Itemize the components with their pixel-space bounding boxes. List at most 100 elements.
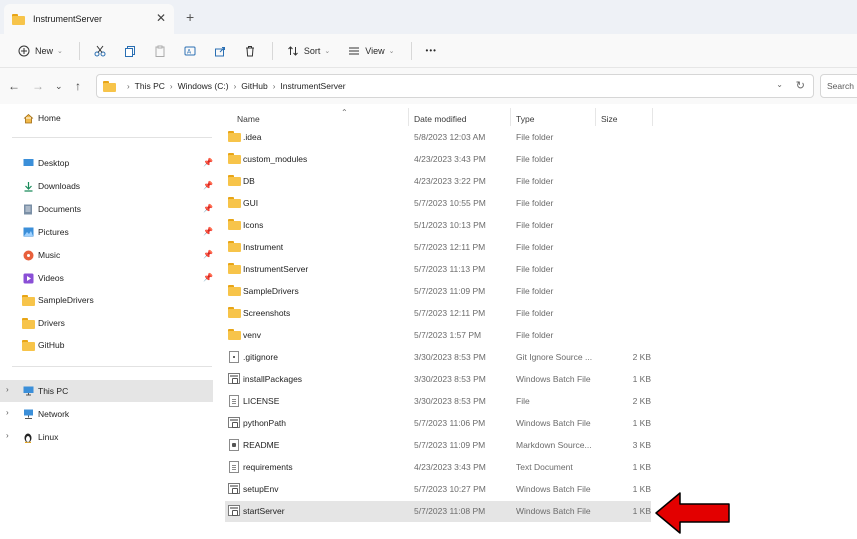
file-row[interactable]: setupEnv 5/7/2023 10:27 PM Windows Batch F… <box>225 479 651 500</box>
pin-icon[interactable]: 📌 <box>203 181 213 190</box>
file-row[interactable]: startServer 5/7/2023 11:08 PM Windows Batc… <box>225 501 651 522</box>
file-type: Markdown Source... <box>516 440 592 450</box>
sidebar-divider <box>12 137 212 138</box>
view-button[interactable]: View ⌄ <box>342 39 400 63</box>
sort-icon <box>288 45 298 56</box>
column-divider[interactable] <box>652 108 653 126</box>
more-options-button[interactable]: ••• <box>420 39 443 63</box>
search-input[interactable]: Search InstrumentServer <box>820 74 857 98</box>
file-type: File folder <box>516 220 554 230</box>
chevron-right-icon: › <box>127 81 130 91</box>
pin-icon[interactable]: 📌 <box>203 158 213 167</box>
sidebar-item-drivers[interactable]: Drivers <box>0 312 213 334</box>
sidebar-item-github[interactable]: GitHub <box>0 334 213 356</box>
file-row[interactable]: Screenshots 5/7/2023 12:11 PM File folder <box>225 303 651 324</box>
file-row[interactable]: Icons 5/1/2023 10:13 PM File folder <box>225 215 651 236</box>
file-size: 3 KB <box>632 440 651 450</box>
breadcrumb-windows-c[interactable]: Windows (C:) <box>178 81 229 91</box>
chevron-right-icon[interactable]: › <box>6 431 9 440</box>
address-bar[interactable]: › This PC › Windows (C:) › GitHub › Inst… <box>96 74 814 98</box>
sidebar-item-network[interactable]: › Network <box>0 403 213 425</box>
file-row[interactable]: installPackages 3/30/2023 8:53 PM Windows … <box>225 369 651 390</box>
file-row[interactable]: pythonPath 5/7/2023 11:06 PM Windows Batch… <box>225 413 651 434</box>
home-icon <box>22 112 34 124</box>
chevron-right-icon[interactable]: › <box>6 408 9 417</box>
file-size: 1 KB <box>632 506 651 516</box>
sort-button[interactable]: Sort ⌄ <box>281 39 336 63</box>
forward-arrow-icon[interactable]: → <box>32 79 44 93</box>
rename-button[interactable]: A <box>178 39 202 63</box>
sidebar-item-downloads[interactable]: Downloads 📌 <box>0 175 213 197</box>
pin-icon[interactable]: 📌 <box>203 204 213 213</box>
folder-icon <box>103 80 116 92</box>
sidebar-item-home[interactable]: Home <box>0 107 213 129</box>
file-row[interactable]: custom_modules 4/23/2023 3:43 PM File fold… <box>225 149 651 170</box>
up-arrow-icon[interactable]: ↑ <box>75 79 81 93</box>
file-row[interactable]: venv 5/7/2023 1:57 PM File folder <box>225 325 651 346</box>
folder-icon <box>228 175 241 187</box>
file-name: pythonPath <box>243 418 287 428</box>
file-row[interactable]: Instrument 5/7/2023 12:11 PM File folder <box>225 237 651 258</box>
sidebar-item-this-pc[interactable]: › This PC <box>0 380 213 402</box>
more-icon: ••• <box>425 46 437 55</box>
back-arrow-icon[interactable]: ← <box>8 79 20 93</box>
sidebar-item-pictures[interactable]: Pictures 📌 <box>0 221 213 243</box>
new-tab-button[interactable]: + <box>186 9 194 25</box>
file-row[interactable]: InstrumentServer 5/7/2023 11:13 PM File fo… <box>225 259 651 280</box>
breadcrumb-github[interactable]: GitHub <box>241 81 267 91</box>
sidebar-item-music[interactable]: Music 📌 <box>0 244 213 266</box>
file-row[interactable]: LICENSE 3/30/2023 8:53 PM File 2 KB <box>225 391 651 412</box>
file-row[interactable]: requirements 4/23/2023 3:43 PM Text Docume… <box>225 457 651 478</box>
delete-button[interactable] <box>238 39 262 63</box>
file-row[interactable]: .idea 5/8/2023 12:03 AM File folder <box>225 127 651 148</box>
sidebar-item-sampledrivers[interactable]: SampleDrivers <box>0 289 213 311</box>
sidebar-item-label: Network <box>38 409 70 419</box>
file-row[interactable]: README 5/7/2023 11:09 PM Markdown Source..… <box>225 435 651 456</box>
pin-icon[interactable]: 📌 <box>203 227 213 236</box>
paste-button[interactable] <box>148 39 172 63</box>
file-row[interactable]: DB 4/23/2023 3:22 PM File folder <box>225 171 651 192</box>
column-divider[interactable] <box>408 108 409 126</box>
batch-file-icon <box>228 417 241 429</box>
file-date-modified: 3/30/2023 8:53 PM <box>414 396 486 406</box>
copy-button[interactable] <box>118 39 142 63</box>
tab-instrumentserver[interactable]: InstrumentServer ✕ <box>4 4 174 34</box>
cut-button[interactable] <box>88 39 112 63</box>
pin-icon[interactable]: 📌 <box>203 273 213 282</box>
breadcrumb-instrumentserver[interactable]: InstrumentServer <box>280 81 345 91</box>
file-row[interactable]: .gitignore 3/30/2023 8:53 PM Git Ignore So… <box>225 347 651 368</box>
file-name: requirements <box>243 462 293 472</box>
column-header-date[interactable]: Date modified <box>414 110 510 128</box>
column-divider[interactable] <box>510 108 511 126</box>
recent-chevron-icon[interactable]: ⌄ <box>55 81 63 92</box>
file-date-modified: 5/7/2023 11:09 PM <box>414 440 486 450</box>
file-name: .idea <box>243 132 262 142</box>
file-date-modified: 5/7/2023 11:08 PM <box>414 506 486 516</box>
sidebar-item-videos[interactable]: Videos 📌 <box>0 267 213 289</box>
sidebar-item-linux[interactable]: › Linux <box>0 426 213 448</box>
file-type: Text Document <box>516 462 573 472</box>
refresh-icon[interactable]: ↻ <box>796 79 805 92</box>
address-dropdown-icon[interactable]: ⌄ <box>776 80 783 89</box>
sidebar-item-desktop[interactable]: Desktop 📌 <box>0 152 213 174</box>
column-header-name[interactable]: ⌃ Name <box>237 108 407 128</box>
search-placeholder: Search InstrumentServer <box>827 81 857 91</box>
file-type: File folder <box>516 330 554 340</box>
file-row[interactable]: GUI 5/7/2023 10:55 PM File folder <box>225 193 651 214</box>
file-date-modified: 4/23/2023 3:43 PM <box>414 462 486 472</box>
breadcrumb-this-pc[interactable]: This PC <box>135 81 165 91</box>
column-header-type[interactable]: Type <box>516 110 596 128</box>
column-header-size[interactable]: Size <box>601 110 651 128</box>
pin-icon[interactable]: 📌 <box>203 250 213 259</box>
share-button[interactable] <box>208 39 232 63</box>
desktop-icon <box>22 157 34 169</box>
folder-icon <box>228 329 241 341</box>
new-button[interactable]: New ⌄ <box>12 39 69 63</box>
sidebar-item-documents[interactable]: Documents 📌 <box>0 198 213 220</box>
folder-icon <box>22 294 35 306</box>
close-tab-icon[interactable]: ✕ <box>156 11 166 25</box>
chevron-right-icon[interactable]: › <box>6 385 9 394</box>
column-divider[interactable] <box>595 108 596 126</box>
file-row[interactable]: SampleDrivers 5/7/2023 11:09 PM File folde… <box>225 281 651 302</box>
file-date-modified: 4/23/2023 3:43 PM <box>414 154 486 164</box>
